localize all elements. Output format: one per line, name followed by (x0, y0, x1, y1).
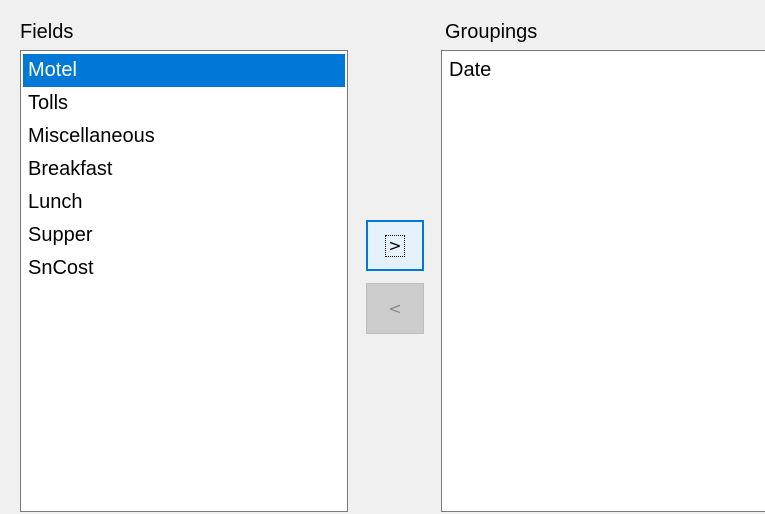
list-item-tolls[interactable]: Tolls (23, 87, 345, 120)
list-item-miscellaneous[interactable]: Miscellaneous (23, 120, 345, 153)
groupings-label: Groupings (445, 21, 538, 43)
list-item-lunch[interactable]: Lunch (23, 186, 345, 219)
groupings-listbox[interactable]: Date (441, 50, 765, 512)
fields-label: Fields (20, 21, 74, 43)
list-item-motel[interactable]: Motel (23, 54, 345, 87)
remove-button-label: < (388, 299, 402, 318)
fields-listbox[interactable]: Motel Tolls Miscellaneous Breakfast Lunc… (20, 50, 348, 512)
add-button-label: > (385, 234, 405, 257)
add-to-groupings-button[interactable]: > (366, 220, 424, 271)
remove-from-groupings-button[interactable]: < (366, 283, 424, 334)
list-item-date[interactable]: Date (444, 54, 765, 87)
list-item-supper[interactable]: Supper (23, 219, 345, 252)
list-item-sncost[interactable]: SnCost (23, 252, 345, 285)
list-item-breakfast[interactable]: Breakfast (23, 153, 345, 186)
